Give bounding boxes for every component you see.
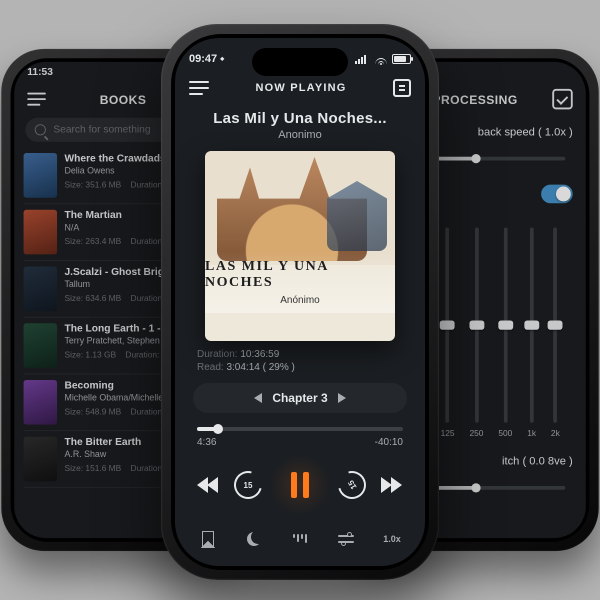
chapter-prev-icon[interactable] (254, 393, 262, 403)
eq-slider-knob[interactable] (548, 320, 563, 329)
eq-slider-knob[interactable] (469, 320, 484, 329)
book-size: Size: 263.4 MB (64, 237, 121, 246)
menu-icon[interactable] (27, 93, 46, 106)
book-cover (24, 323, 57, 368)
book-size: Size: 151.6 MB (64, 464, 121, 473)
confirm-icon[interactable] (552, 89, 572, 109)
secondary-controls: 1.0x (175, 518, 425, 550)
signal-icon (355, 54, 369, 64)
progress-knob[interactable] (213, 424, 223, 434)
skip-forward-icon[interactable] (375, 470, 405, 500)
chapter-selector[interactable]: Chapter 3 (193, 383, 407, 413)
book-cover (24, 437, 57, 482)
book-size: Size: 548.9 MB (64, 407, 121, 416)
track-title: Las Mil y Una Noches... (189, 110, 411, 127)
album-art: LAS MIL Y UNA NOCHES Anónimo (205, 151, 395, 341)
playback-speed-label: back speed ( 1.0x ) (478, 125, 573, 138)
screen-title: NOW PLAYING (255, 82, 346, 94)
eq-band[interactable]: 500 (498, 227, 512, 437)
eq-slider-knob[interactable] (440, 320, 455, 329)
eq-band-label: 500 (498, 428, 512, 437)
eq-slider-knob[interactable] (498, 320, 513, 329)
transport-controls: 15 15 (175, 448, 425, 518)
eq-band-label: 125 (441, 428, 455, 437)
eq-band[interactable]: 1k (527, 227, 536, 437)
read-row: Read: 3:04:14 ( 29% ) (175, 362, 425, 373)
pitch-label: itch ( 0.0 8ve ) (502, 454, 573, 467)
equalizer-toggle[interactable] (541, 185, 573, 204)
library-icon[interactable] (393, 79, 411, 97)
time-elapsed: 4:36 (197, 437, 216, 448)
read-progress: 3:04:14 ( 29% ) (226, 362, 294, 373)
phone-center-nowplaying: 09:47 ⬩ NOW PLAYING Las Mil y Una Noches… (161, 24, 439, 580)
battery-icon (392, 54, 411, 64)
book-cover (24, 210, 57, 255)
book-cover (24, 153, 57, 198)
sleep-timer-icon[interactable] (243, 528, 265, 550)
eq-band[interactable]: 250 (469, 227, 483, 437)
screen-title: PROCESSING (432, 92, 517, 106)
chapter-next-icon[interactable] (338, 393, 346, 403)
book-size: Size: 351.6 MB (64, 180, 121, 189)
book-cover (24, 380, 57, 425)
time-remaining: -40:10 (375, 437, 403, 448)
wifi-icon (374, 54, 387, 65)
cover-author: Anónimo (280, 295, 319, 306)
track-header: Las Mil y Una Noches... Anonimo (175, 110, 425, 141)
status-time: 11:53 (27, 67, 53, 78)
skip-back-icon[interactable] (195, 470, 225, 500)
search-placeholder: Search for something (53, 124, 150, 135)
cast-icon[interactable] (289, 528, 311, 550)
menu-icon[interactable] (189, 81, 209, 95)
screen-title: BOOKS (100, 92, 147, 106)
status-time: 09:47 ⬩ (189, 53, 224, 66)
book-cover (24, 267, 57, 312)
playback-speed-button[interactable]: 1.0x (381, 528, 403, 550)
eq-slider-knob[interactable] (524, 320, 539, 329)
eq-band[interactable]: 2k (551, 227, 560, 437)
eq-band-label: 250 (469, 428, 483, 437)
forward-15-icon[interactable]: 15 (333, 466, 371, 504)
book-size: Size: 1.13 GB (64, 350, 116, 359)
track-artist: Anonimo (189, 129, 411, 141)
bookmark-icon[interactable] (197, 528, 219, 550)
pause-button[interactable] (271, 456, 329, 514)
rewind-15-icon[interactable]: 15 (229, 466, 267, 504)
duration-row: Duration: 10:36:59 (175, 349, 425, 360)
playback-progress[interactable]: 4:36 -40:10 (175, 417, 425, 448)
dynamic-island (252, 48, 348, 76)
book-size: Size: 634.6 MB (64, 293, 121, 302)
chapter-label: Chapter 3 (272, 391, 327, 405)
search-icon (35, 124, 46, 135)
equalizer-icon[interactable] (335, 528, 357, 550)
total-duration: 10:36:59 (240, 349, 279, 360)
cover-title: LAS MIL Y UNA NOCHES (205, 259, 395, 291)
eq-band[interactable]: 125 (441, 227, 455, 437)
eq-band-label: 1k (527, 428, 536, 437)
eq-band-label: 2k (551, 428, 560, 437)
